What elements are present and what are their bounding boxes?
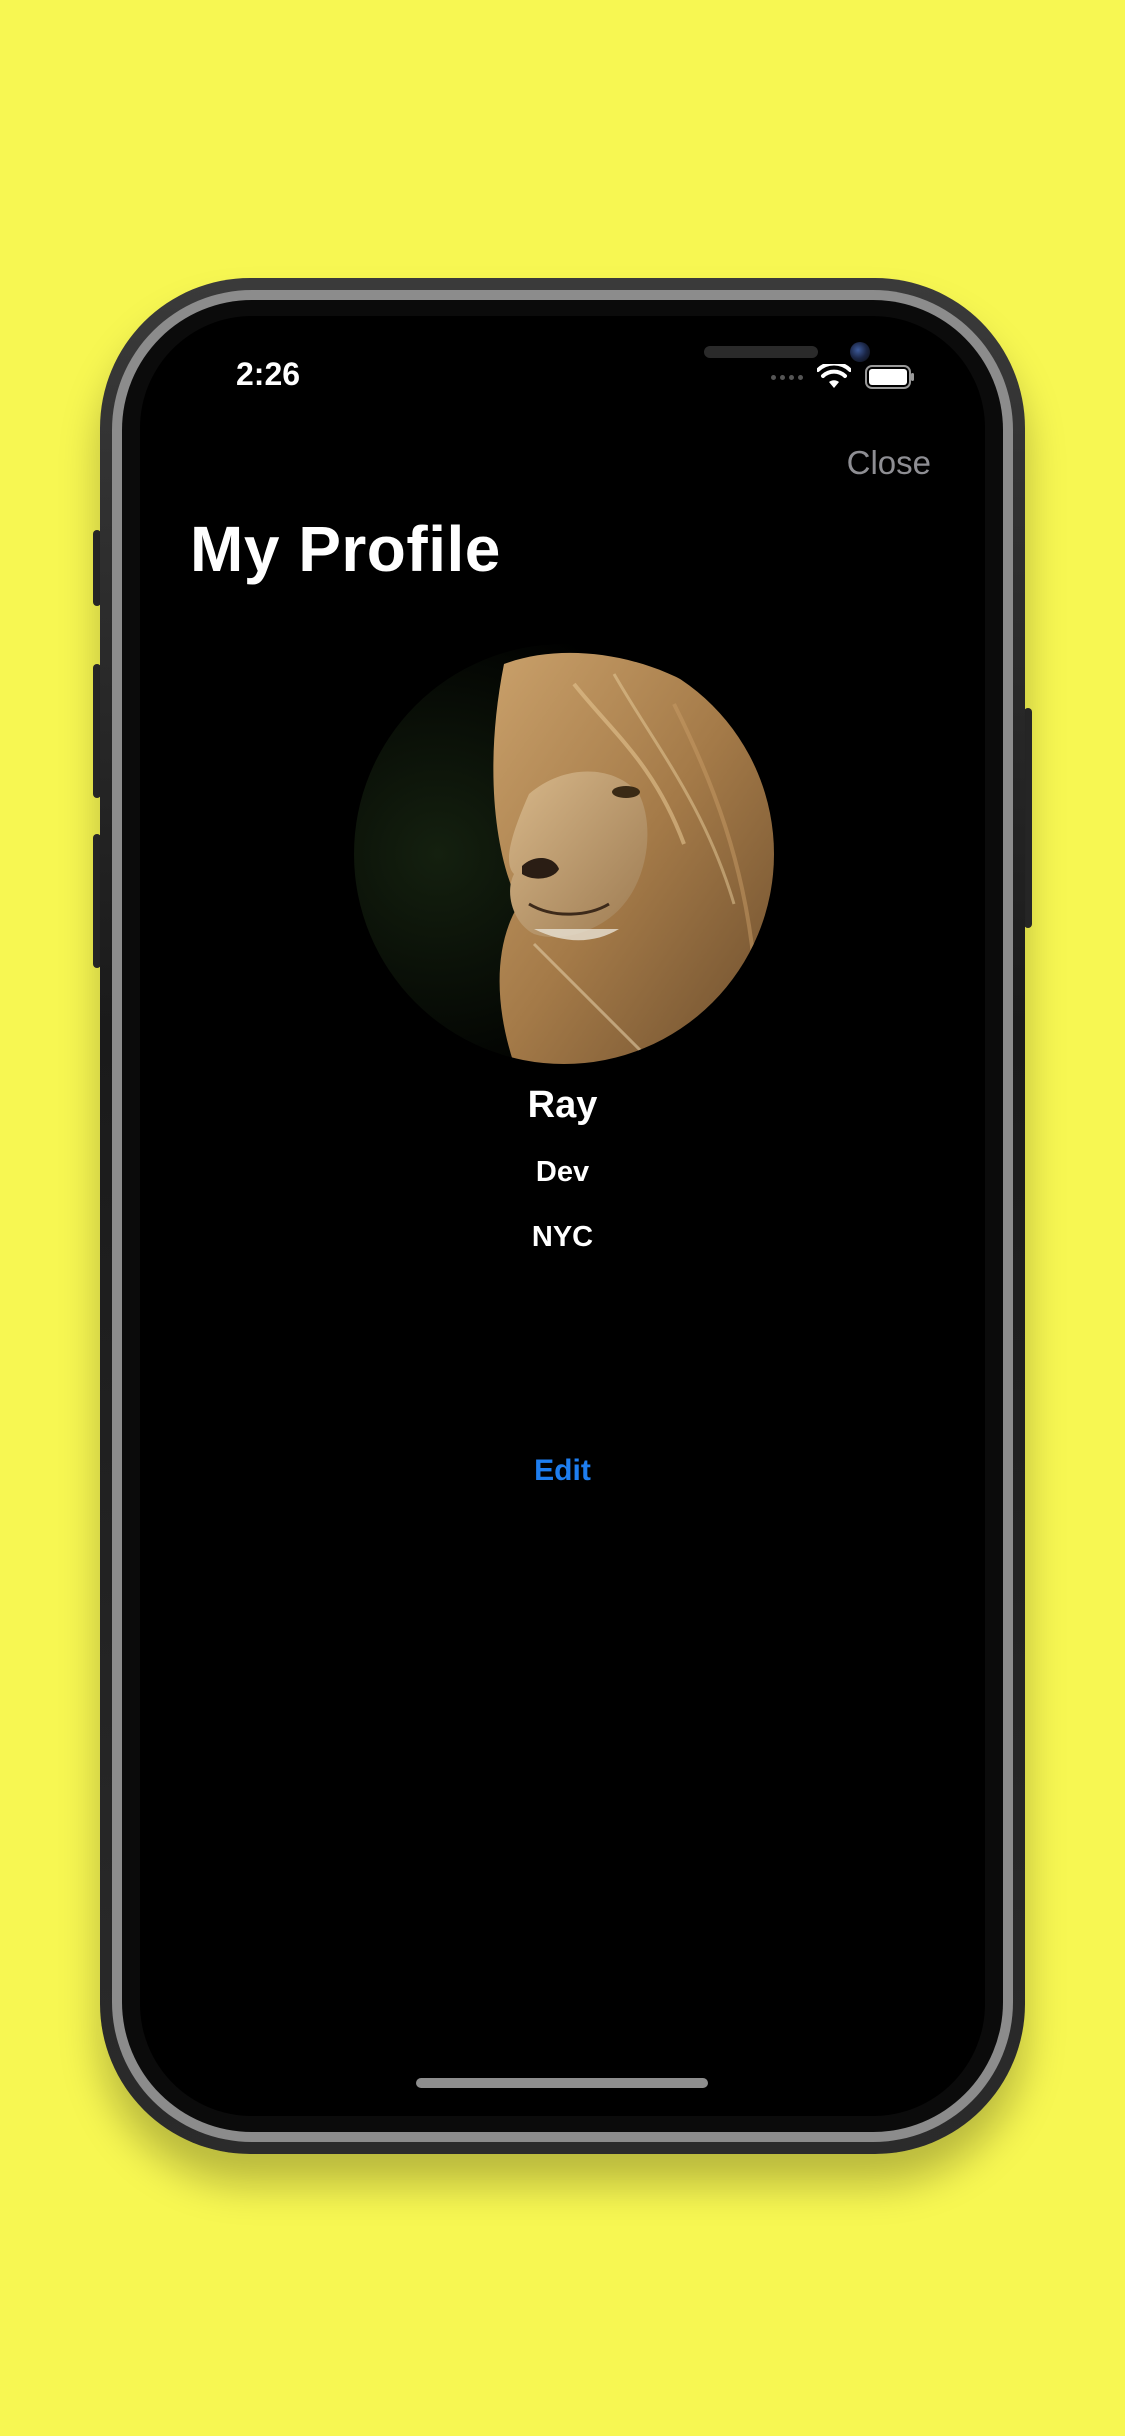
wifi-icon [817,364,851,390]
status-icons [771,364,915,390]
battery-icon [865,365,915,389]
cellular-signal-icon [771,374,803,380]
edit-button[interactable]: Edit [140,1454,985,1488]
lion-photo [354,644,774,1064]
profile-name: Ray [527,1084,598,1126]
page-title: My Profile [190,513,501,585]
power-button [1024,708,1032,928]
profile-role: Dev [535,1156,590,1188]
profile-location: NYC [531,1221,594,1253]
phone-screen: 2:26 Close My Profile Ray Dev NYC Edit [140,316,985,2116]
page-background: 2:26 Close My Profile Ray Dev NYC Edit [0,0,1125,2436]
home-indicator[interactable] [416,2078,708,2088]
front-camera [850,342,870,362]
close-button[interactable]: Close [847,444,931,482]
notch [340,316,870,378]
speaker-grille [704,346,818,358]
status-time: 2:26 [236,356,301,392]
profile-avatar [354,644,774,1064]
